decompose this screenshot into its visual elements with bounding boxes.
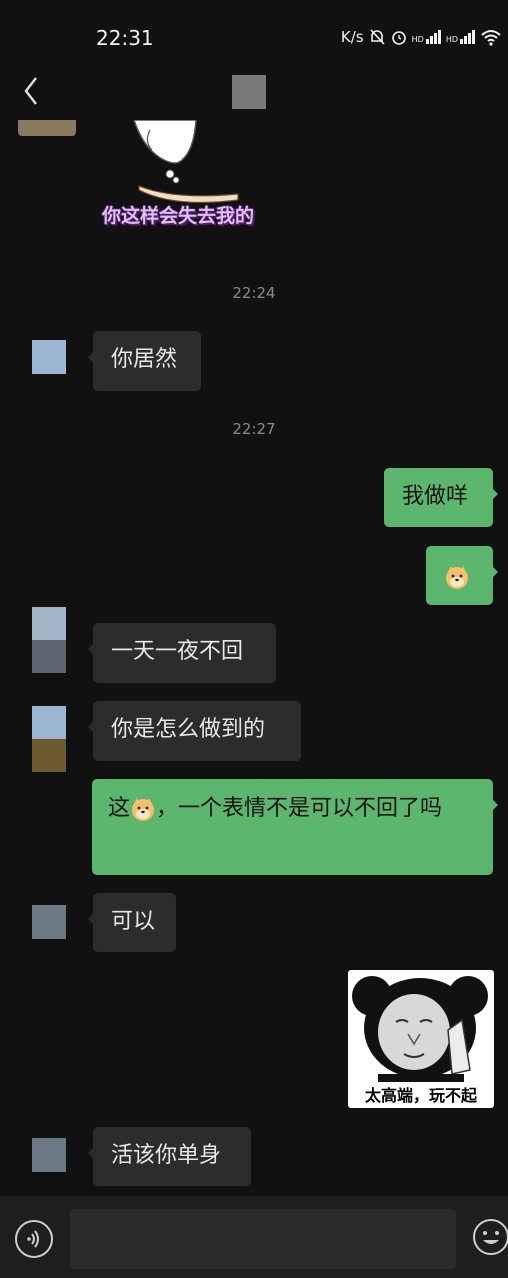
contact-avatar[interactable] xyxy=(32,706,66,772)
status-icons: K/s HD HD xyxy=(341,28,502,46)
panda-face-image xyxy=(352,976,488,1082)
voice-icon xyxy=(27,1230,39,1248)
incoming-message[interactable]: 可以 xyxy=(88,893,176,952)
outgoing-message[interactable]: 我做咩 xyxy=(384,468,498,527)
incoming-message[interactable]: 一天一夜不回 xyxy=(88,623,276,683)
sticker-fragment[interactable] xyxy=(18,120,76,136)
incoming-message[interactable]: 活该你单身 xyxy=(88,1127,251,1186)
voice-input-button[interactable] xyxy=(15,1220,53,1258)
outgoing-emoji-message[interactable] xyxy=(426,546,498,605)
incoming-message[interactable]: 你是怎么做到的 xyxy=(88,701,301,761)
contact-avatar[interactable] xyxy=(32,905,66,939)
status-time: 22:31 xyxy=(96,26,154,50)
timestamp: 22:27 xyxy=(232,420,276,438)
sticker-image[interactable] xyxy=(104,120,252,256)
incoming-message[interactable]: 你居然 xyxy=(88,331,201,391)
contact-name-placeholder[interactable] xyxy=(232,75,266,109)
contact-avatar[interactable] xyxy=(32,607,66,673)
contact-avatar[interactable] xyxy=(32,1138,66,1172)
mute-bell-icon xyxy=(370,29,385,45)
sticker-caption: 太高端，玩不起 xyxy=(364,1086,477,1105)
wifi-icon xyxy=(481,30,501,46)
timestamp: 22:24 xyxy=(232,284,276,302)
doge-emoji-icon xyxy=(132,798,155,821)
outgoing-message[interactable]: 这，一个表情不是可以不回了吗 xyxy=(92,779,498,875)
doge-emoji-icon xyxy=(446,566,468,589)
panda-meme-sticker[interactable]: 太高端，玩不起 xyxy=(348,970,494,1108)
message-input[interactable] xyxy=(70,1209,456,1269)
signal-icon-2: HD xyxy=(446,30,476,44)
signal-icon-1: HD xyxy=(412,30,442,44)
sticker-caption: 你这样会失去我的 xyxy=(102,205,255,227)
network-speed: K/s xyxy=(340,28,364,46)
back-chevron-icon[interactable] xyxy=(18,74,46,108)
emoji-icon[interactable] xyxy=(472,1218,508,1256)
alarm-icon xyxy=(391,31,406,45)
contact-avatar[interactable] xyxy=(32,340,66,374)
